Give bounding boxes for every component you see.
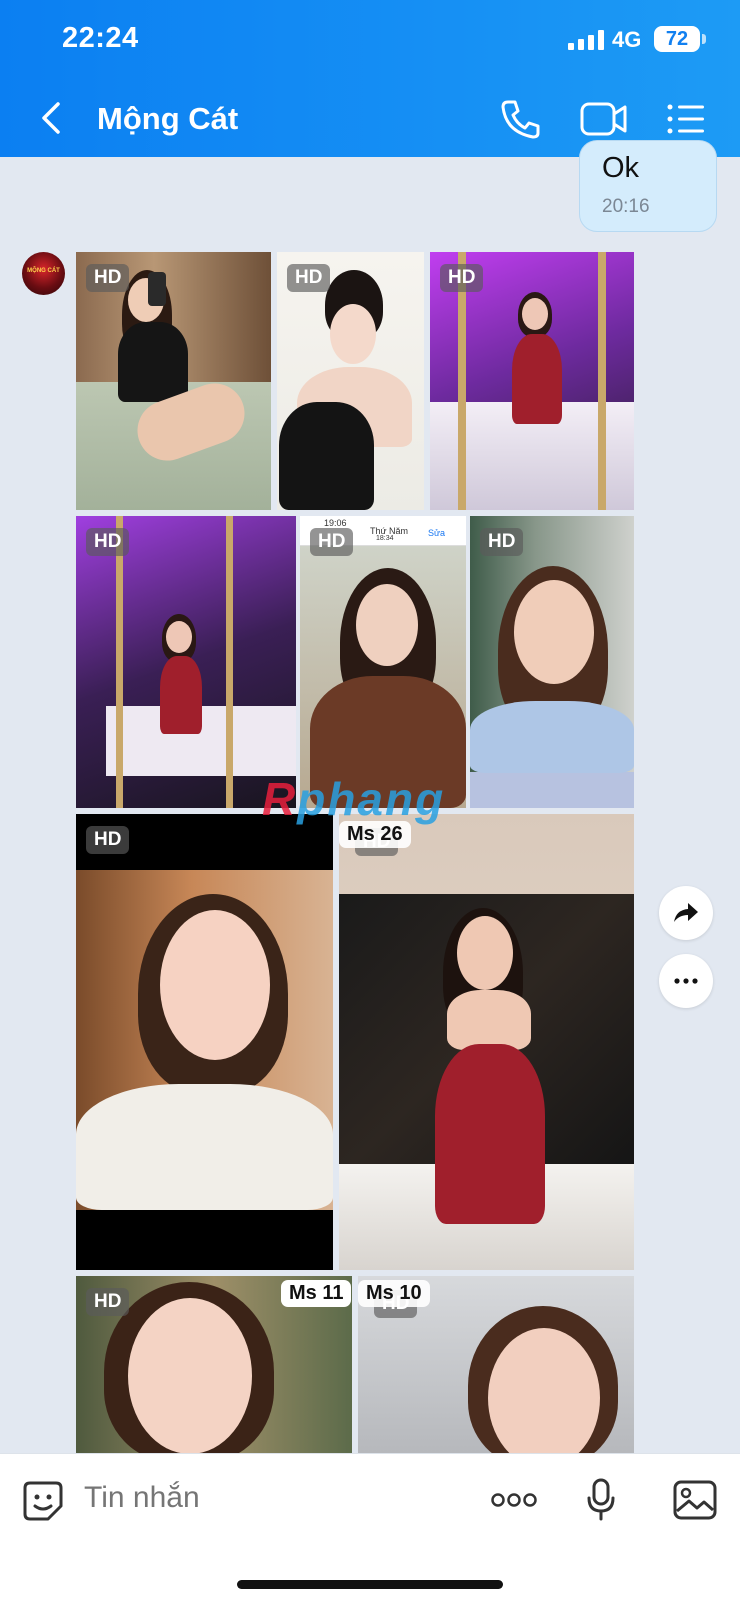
share-button[interactable] bbox=[659, 886, 713, 940]
battery-tip bbox=[702, 34, 706, 44]
home-indicator bbox=[237, 1580, 503, 1589]
sticker-icon bbox=[23, 1481, 63, 1521]
watermark-rest: phang bbox=[297, 773, 446, 825]
more-options-button[interactable] bbox=[490, 1490, 538, 1515]
photo-phone bbox=[148, 272, 166, 306]
photo-curtain bbox=[116, 516, 123, 808]
contact-name[interactable]: Mộng Cát bbox=[97, 101, 238, 137]
photo-figure-face bbox=[128, 1298, 252, 1454]
message-input-bar bbox=[0, 1453, 740, 1600]
more-dots-icon bbox=[674, 978, 698, 984]
video-camera-icon bbox=[580, 102, 627, 136]
photo-figure-face bbox=[457, 916, 513, 990]
hd-badge: HD bbox=[480, 528, 524, 556]
gallery-button[interactable] bbox=[673, 1480, 717, 1525]
photo-curtain bbox=[598, 252, 606, 510]
photo-2[interactable]: HD bbox=[277, 252, 424, 510]
inner-edit: Sửa bbox=[428, 528, 446, 538]
avatar-label: MỘNG CÁT bbox=[27, 268, 60, 274]
voice-button[interactable] bbox=[586, 1478, 616, 1527]
ms-tag: Ms 11 bbox=[281, 1280, 352, 1307]
sticker-button[interactable] bbox=[22, 1480, 64, 1527]
message-time: 20:16 bbox=[602, 196, 650, 217]
battery-icon: 72 bbox=[654, 26, 700, 52]
image-icon bbox=[673, 1480, 717, 1520]
photo-figure-top bbox=[76, 1084, 333, 1210]
photo-7[interactable]: HD bbox=[76, 814, 333, 1270]
hd-badge: HD bbox=[86, 1288, 130, 1316]
photo-figure-face bbox=[522, 298, 548, 330]
menu-button[interactable] bbox=[664, 96, 710, 142]
hd-badge: HD bbox=[86, 826, 130, 854]
photo-5[interactable]: 19:06 Thứ Năm 18:34 Sửa HD bbox=[300, 516, 466, 808]
chevron-left-icon bbox=[42, 102, 60, 134]
watermark-first: R bbox=[262, 773, 298, 825]
photo-8[interactable]: HD Ms 26 bbox=[339, 814, 634, 1270]
photo-figure-face bbox=[514, 580, 594, 684]
photo-figure-shoulders bbox=[447, 990, 531, 1050]
photo-curtain bbox=[226, 516, 233, 808]
signal-icon bbox=[568, 30, 604, 50]
list-menu-icon bbox=[667, 104, 704, 134]
phone-icon bbox=[501, 100, 540, 139]
hd-badge: HD bbox=[310, 528, 354, 556]
photo-bottom-strip bbox=[470, 772, 634, 808]
photo-figure-dress bbox=[435, 1044, 545, 1224]
photo-figure-dress bbox=[512, 334, 562, 424]
inner-time: 19:06 bbox=[324, 518, 347, 528]
photo-1[interactable]: HD bbox=[76, 252, 271, 510]
chat-header: 22:24 4G 72 Mộng Cát bbox=[0, 0, 740, 157]
sent-message-bubble[interactable]: Ok 20:16 bbox=[579, 140, 717, 232]
photo-figure-face bbox=[160, 910, 270, 1060]
back-button[interactable] bbox=[36, 98, 66, 138]
photo-6[interactable]: HD bbox=[470, 516, 634, 808]
video-call-button[interactable] bbox=[578, 96, 630, 142]
more-horizontal-icon bbox=[491, 1493, 537, 1507]
photo-figure-top bbox=[279, 402, 374, 510]
photo-4[interactable]: HD bbox=[76, 516, 296, 808]
hd-badge: HD bbox=[86, 528, 130, 556]
sender-avatar[interactable]: MỘNG CÁT bbox=[22, 252, 65, 295]
photo-figure-face bbox=[330, 304, 376, 364]
photo-10[interactable]: HD Ms 10 bbox=[358, 1276, 634, 1454]
message-input[interactable] bbox=[84, 1481, 444, 1515]
more-actions-button[interactable] bbox=[659, 954, 713, 1008]
photo-figure-top bbox=[470, 701, 634, 773]
photo-figure-face bbox=[166, 621, 192, 653]
network-type: 4G bbox=[612, 27, 642, 52]
microphone-icon bbox=[587, 1478, 615, 1521]
call-button[interactable] bbox=[498, 96, 544, 142]
hd-badge: HD bbox=[86, 264, 130, 292]
watermark: Rphang bbox=[262, 772, 445, 826]
photo-figure-top bbox=[118, 322, 188, 402]
status-time: 22:24 bbox=[62, 22, 139, 54]
photo-9[interactable]: HD Ms 11 bbox=[76, 1276, 352, 1454]
message-text: Ok bbox=[602, 152, 640, 184]
hd-badge: HD bbox=[287, 264, 331, 292]
ms-tag: Ms 10 bbox=[358, 1280, 430, 1307]
hd-badge: HD bbox=[440, 264, 484, 292]
photo-figure-face bbox=[356, 584, 418, 666]
inner-clock: 18:34 bbox=[376, 535, 394, 542]
share-forward-icon bbox=[674, 903, 698, 922]
photo-3[interactable]: HD bbox=[430, 252, 634, 510]
photo-figure-dress bbox=[160, 656, 202, 734]
